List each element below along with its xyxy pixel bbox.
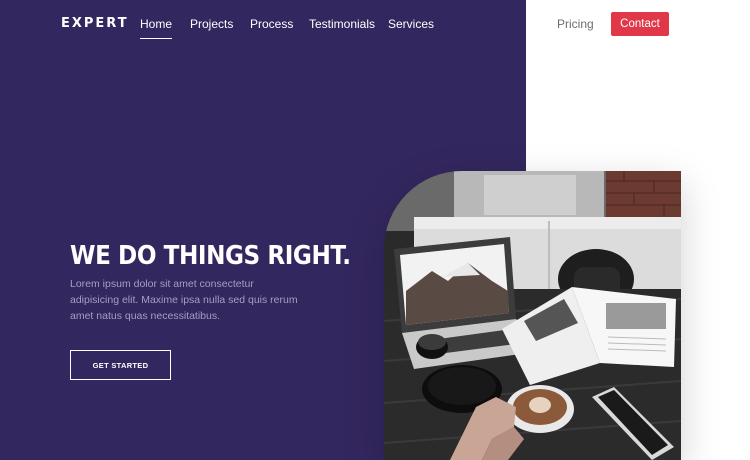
get-started-button[interactable]: GET STARTED [70, 350, 171, 380]
nav-item-testimonials[interactable]: Testimonials [309, 17, 375, 31]
hero-title: WE DO THINGS RIGHT. [70, 241, 351, 271]
hero-description-line: Lorem ipsum dolor sit amet consectetur [70, 278, 254, 290]
nav-item-projects[interactable]: Projects [190, 17, 233, 31]
hero-image [384, 171, 681, 460]
nav-item-home[interactable]: Home [140, 17, 173, 39]
hero-description-line: amet natus quas necessitatibus. [70, 310, 221, 322]
hero-description: Lorem ipsum dolor sit amet consectetur a… [70, 276, 302, 324]
nav-item-pricing[interactable]: Pricing [557, 17, 594, 31]
nav-item-process[interactable]: Process [250, 17, 293, 31]
hero-description-line: adipisicing elit. Maxime ipsa nulla sed … [70, 294, 298, 306]
site-logo[interactable]: EXPERT [61, 16, 129, 31]
contact-button[interactable]: Contact [611, 12, 669, 36]
nav-item-services[interactable]: Services [388, 17, 434, 31]
hero-photo-illustration [384, 171, 681, 460]
